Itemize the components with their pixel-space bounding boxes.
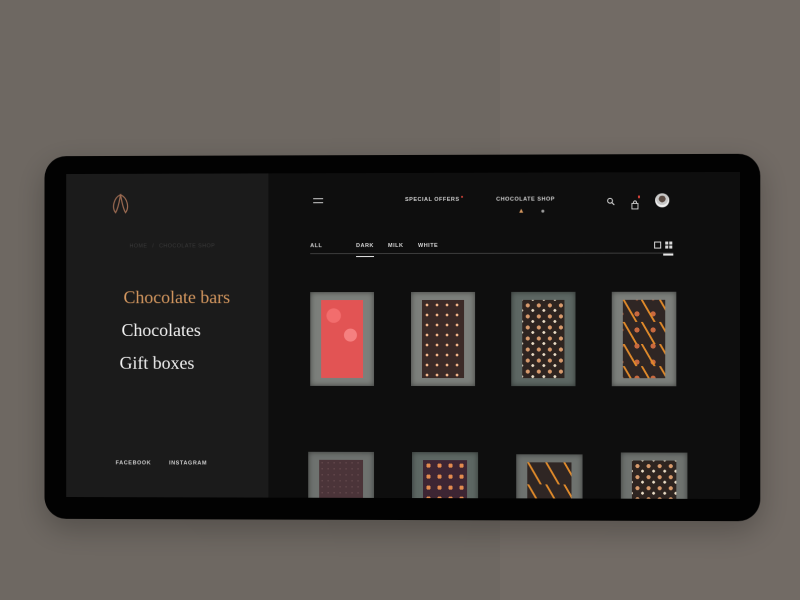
- category-chocolate-bars[interactable]: Chocolate bars: [124, 287, 231, 308]
- breadcrumb: HOME / CHOCOLATE SHOP: [129, 243, 218, 249]
- product-image: [622, 299, 666, 379]
- product-image: [522, 299, 565, 379]
- main-content: SPECIAL OFFERS CHOCOLATE SHOP ALL DARK M…: [268, 172, 740, 500]
- product-card[interactable]: [511, 291, 576, 387]
- active-indicator-triangle-icon: [519, 208, 524, 213]
- grid-view-icon[interactable]: [665, 241, 673, 249]
- filter-bar: ALL DARK MILK WHITE: [310, 235, 674, 255]
- instagram-link[interactable]: INSTAGRAM: [169, 460, 207, 466]
- top-navigation: SPECIAL OFFERS CHOCOLATE SHOP: [268, 195, 740, 203]
- product-image: [631, 460, 677, 500]
- filter-tab-milk[interactable]: MILK: [388, 243, 403, 253]
- product-image: [321, 300, 364, 378]
- product-card[interactable]: [410, 291, 476, 387]
- product-image: [423, 460, 468, 500]
- active-view-underline: [663, 253, 674, 256]
- product-card[interactable]: [310, 292, 375, 386]
- tablet-frame: HOME / CHOCOLATE SHOP Chocolate bars Cho…: [44, 153, 761, 522]
- cocoa-bean-logo-icon[interactable]: [110, 194, 132, 214]
- cart-badge-icon: [637, 195, 640, 198]
- nav-chocolate-shop[interactable]: CHOCOLATE SHOP: [496, 197, 555, 203]
- user-avatar[interactable]: [655, 193, 670, 208]
- nav-special-offers-label: SPECIAL OFFERS: [404, 196, 460, 203]
- product-card[interactable]: [411, 452, 479, 500]
- product-card[interactable]: [308, 451, 375, 500]
- shopping-bag-icon[interactable]: [631, 195, 640, 205]
- filter-tab-white[interactable]: WHITE: [418, 243, 438, 253]
- category-chocolates[interactable]: Chocolates: [122, 320, 231, 341]
- product-image: [527, 462, 572, 500]
- breadcrumb-separator: /: [152, 243, 155, 250]
- slide-indicator-dot-icon[interactable]: [541, 209, 545, 213]
- category-list: Chocolate bars Chocolates Gift boxes: [120, 287, 231, 386]
- facebook-link[interactable]: FACEBOOK: [116, 460, 152, 466]
- sidebar: HOME / CHOCOLATE SHOP Chocolate bars Cho…: [66, 173, 269, 498]
- hamburger-menu-icon[interactable]: [313, 198, 323, 204]
- product-image: [319, 459, 364, 500]
- single-view-icon[interactable]: [654, 241, 662, 249]
- breadcrumb-current: CHOCOLATE SHOP: [159, 243, 216, 250]
- category-gift-boxes[interactable]: Gift boxes: [120, 353, 230, 374]
- nav-special-offers[interactable]: SPECIAL OFFERS: [404, 195, 463, 203]
- product-card[interactable]: [611, 291, 677, 387]
- filter-tab-all[interactable]: ALL: [310, 243, 322, 253]
- breadcrumb-home[interactable]: HOME: [129, 243, 147, 249]
- social-links: FACEBOOK INSTAGRAM: [116, 460, 207, 466]
- search-icon[interactable]: [607, 197, 615, 205]
- product-image: [422, 299, 465, 379]
- filter-tab-dark[interactable]: DARK: [356, 243, 374, 253]
- product-card[interactable]: [516, 454, 583, 500]
- product-card[interactable]: [620, 452, 688, 500]
- notification-dot-icon: [460, 195, 463, 198]
- screen: HOME / CHOCOLATE SHOP Chocolate bars Cho…: [66, 171, 741, 500]
